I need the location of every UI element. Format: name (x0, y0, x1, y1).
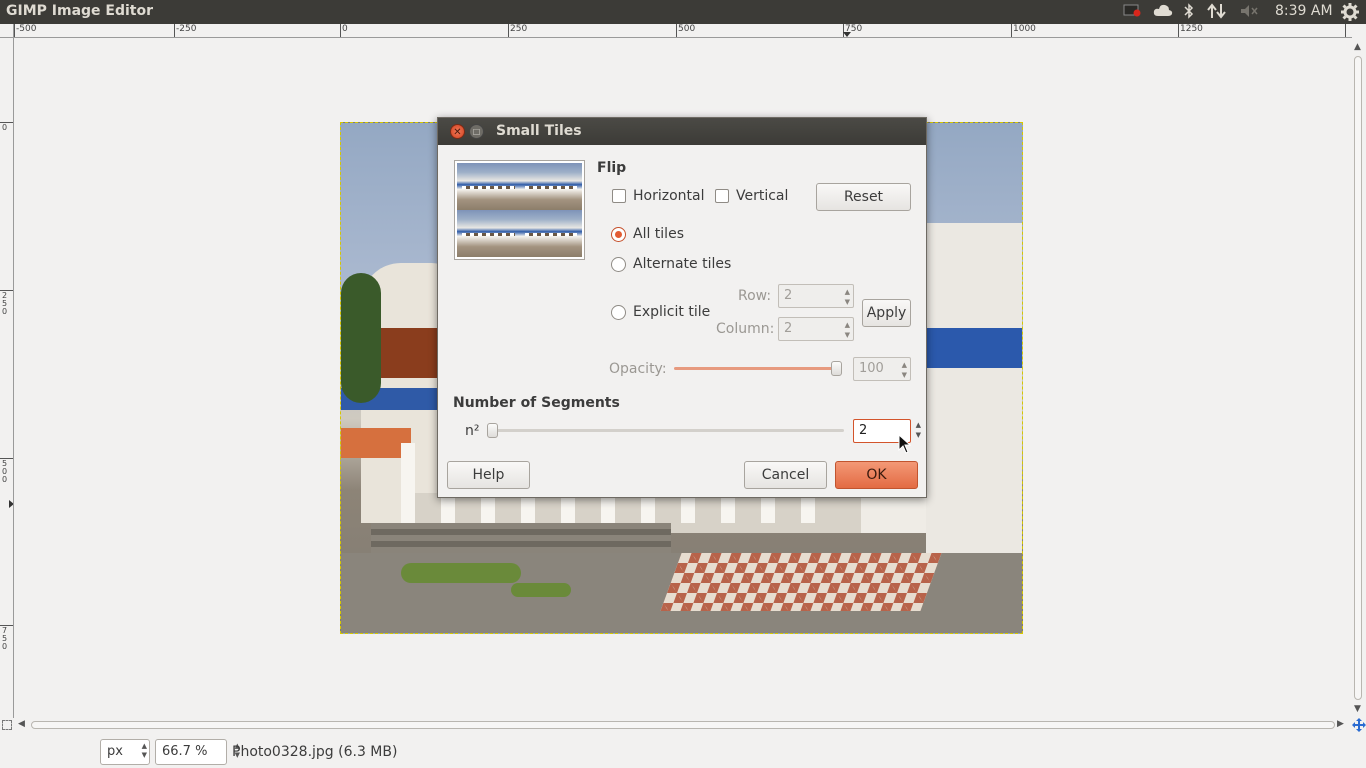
ruler-label: 500 (2, 459, 8, 484)
app-title: GIMP Image Editor (6, 3, 153, 19)
ruler-label: -500 (16, 24, 37, 34)
network-icon[interactable] (1206, 3, 1228, 21)
grass (401, 563, 521, 583)
segments-slider-knob[interactable] (487, 423, 498, 438)
quick-mask-icon[interactable] (2, 720, 12, 730)
row-label: Row: (738, 288, 772, 304)
ruler-label: 1000 (1013, 24, 1036, 34)
apply-button[interactable]: Apply (862, 299, 911, 327)
ruler-label: 0 (342, 24, 348, 34)
segments-slider-track[interactable] (488, 429, 844, 432)
gear-icon[interactable] (1340, 3, 1360, 21)
spinner-arrows-icon[interactable]: ▲ ▼ (845, 287, 850, 307)
status-bar: px ▲ ▼ 66.7 % ▲ ▼ Photo0328.jpg (6.3 MB) (0, 733, 1366, 768)
all-tiles-radio[interactable] (611, 227, 626, 242)
segments-value[interactable]: 2 (859, 423, 867, 438)
row-value: 2 (784, 288, 793, 303)
segments-label: n² (465, 423, 480, 439)
preview-tile (519, 210, 582, 257)
unit-selector[interactable]: px ▲ ▼ (100, 739, 150, 765)
bluetooth-icon[interactable] (1182, 3, 1196, 21)
ruler-label: 0 (2, 123, 8, 132)
horizontal-label[interactable]: Horizontal (633, 188, 704, 204)
chevron-updown-icon: ▲ ▼ (141, 742, 147, 759)
ruler-label: 250 (2, 291, 8, 316)
opacity-slider-track[interactable] (674, 367, 839, 370)
preview-tile (457, 210, 520, 257)
preview-tile (457, 163, 520, 210)
spinner-arrows-icon[interactable]: ▲ ▼ (845, 320, 850, 340)
volume-muted-icon[interactable] (1238, 3, 1260, 21)
column-label: Column: (716, 321, 775, 337)
scroll-down-icon[interactable]: ▼ (1354, 704, 1361, 714)
clock[interactable]: 8:39 AM (1275, 3, 1333, 19)
balcony-wood (381, 328, 441, 378)
opacity-value: 100 (859, 361, 884, 376)
opacity-slider-knob[interactable] (831, 361, 842, 376)
scroll-up-icon[interactable]: ▲ (1354, 42, 1361, 52)
recording-indicator-icon[interactable] (1122, 3, 1142, 21)
alternate-tiles-label[interactable]: Alternate tiles (633, 256, 731, 272)
scroll-right-icon[interactable]: ▶ (1337, 719, 1344, 729)
vertical-scrollbar[interactable]: ▲ ▼ (1351, 40, 1365, 718)
file-info: Photo0328.jpg (6.3 MB) (232, 744, 398, 760)
vertical-checkbox[interactable] (715, 189, 729, 203)
ruler-label: 750 (2, 626, 8, 651)
roof-blue-right (926, 328, 1022, 368)
close-icon[interactable]: ✕ (450, 124, 465, 139)
ruler-label: 1250 (1180, 24, 1203, 34)
small-tiles-dialog: ✕ □ Small Tiles Flip Horizontal Vertical… (437, 117, 927, 498)
ruler-label: 250 (510, 24, 528, 34)
unit-value: px (107, 744, 123, 759)
spinner-arrows-icon[interactable]: ▲ ▼ (902, 360, 907, 380)
horizontal-scroll-thumb[interactable] (31, 721, 1335, 729)
alternate-tiles-radio[interactable] (611, 257, 626, 272)
ruler-label: -250 (176, 24, 197, 34)
grass (511, 583, 571, 597)
vertical-ruler[interactable]: 0 250 500 750 (0, 38, 14, 718)
explicit-tile-radio[interactable] (611, 305, 626, 320)
cancel-button[interactable]: Cancel (744, 461, 827, 489)
dialog-title: Small Tiles (496, 123, 582, 139)
row-spinner[interactable]: 2 ▲ ▼ (778, 284, 854, 308)
checkered-tiles (660, 553, 942, 611)
house-right-wall (926, 223, 1022, 583)
ruler-corner[interactable] (0, 24, 14, 38)
zoom-selector[interactable]: 66.7 % ▲ ▼ (155, 739, 240, 765)
vertical-scroll-thumb[interactable] (1354, 56, 1362, 700)
ruler-pointer-marker (843, 32, 851, 37)
top-panel: GIMP Image Editor 8:39 AM (0, 0, 1366, 24)
horizontal-scrollbar[interactable]: ◀ ▶ (15, 718, 1351, 732)
scroll-left-icon[interactable]: ◀ (18, 719, 25, 729)
cloud-icon[interactable] (1152, 3, 1174, 21)
horizontal-checkbox[interactable] (612, 189, 626, 203)
maximize-icon[interactable]: □ (469, 124, 484, 139)
ruler-label: 500 (678, 24, 696, 34)
opacity-label: Opacity: (609, 361, 667, 377)
vertical-label[interactable]: Vertical (736, 188, 788, 204)
zoom-value: 66.7 % (162, 744, 208, 759)
preview-tile (519, 163, 582, 210)
opacity-spinner[interactable]: 100 ▲ ▼ (853, 357, 911, 381)
segments-section-label: Number of Segments (453, 395, 620, 411)
explicit-tile-label[interactable]: Explicit tile (633, 304, 710, 320)
ok-button[interactable]: OK (835, 461, 918, 489)
mouse-cursor-icon (898, 433, 912, 458)
flip-section-label: Flip (597, 160, 627, 176)
spinner-arrows-icon[interactable]: ▲ ▼ (916, 420, 921, 440)
horizontal-ruler[interactable]: -500 -250 0 250 500 750 1000 1250 (14, 24, 1352, 38)
tree (341, 273, 381, 403)
all-tiles-label[interactable]: All tiles (633, 226, 684, 242)
dialog-titlebar[interactable]: ✕ □ Small Tiles (438, 118, 926, 145)
preview-thumbnail[interactable] (454, 160, 585, 260)
column-spinner[interactable]: 2 ▲ ▼ (778, 317, 854, 341)
ruler-pointer-marker (9, 500, 13, 508)
reset-button[interactable]: Reset (816, 183, 911, 211)
navigate-icon[interactable] (1352, 718, 1366, 732)
help-button[interactable]: Help (447, 461, 530, 489)
column-value: 2 (784, 321, 793, 336)
